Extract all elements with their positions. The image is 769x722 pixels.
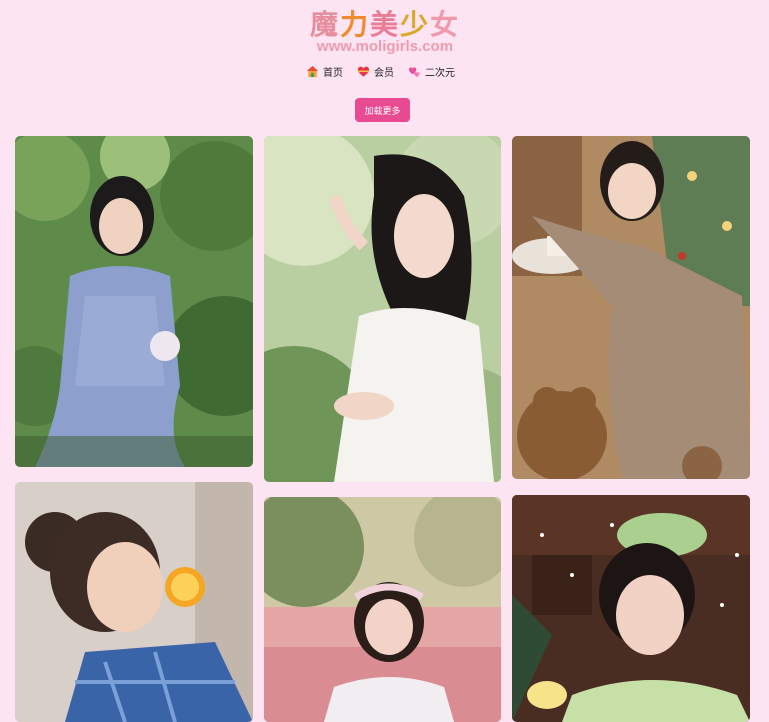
gallery-photo-card[interactable]: [264, 497, 501, 722]
photo-image: [512, 495, 750, 722]
gallery-photo-card[interactable]: [512, 136, 750, 479]
nav-item-label: 会员: [374, 67, 394, 79]
logo-char: 女: [430, 8, 461, 41]
logo-title: 魔力美少女: [300, 8, 470, 42]
photo-image: [15, 482, 253, 722]
nav-item-label: 二次元: [425, 67, 455, 79]
logo-char: 魔: [309, 8, 340, 41]
logo-char: 少: [400, 8, 431, 41]
logo-url: www.moligirls.com: [316, 38, 454, 55]
main-nav: 首页 会员 二次元: [306, 63, 455, 79]
photo-image: [512, 136, 750, 479]
nav-item-anime[interactable]: 二次元: [408, 64, 455, 79]
photo-image: [264, 497, 501, 722]
nav-item-label: 首页: [323, 67, 343, 79]
load-more-button[interactable]: 加载更多: [355, 98, 410, 122]
gallery-photo-card[interactable]: [512, 495, 750, 722]
logo-char: 美: [369, 8, 400, 41]
gallery-photo-card[interactable]: [264, 136, 501, 482]
site-header: 魔力美少女 www.moligirls.com 首页 会员 二次元 加载更多: [0, 0, 769, 130]
home-icon: [306, 65, 319, 77]
gallery-photo-card[interactable]: [15, 482, 253, 722]
logo-char: 力: [339, 8, 370, 41]
heart-icon: [357, 66, 370, 77]
two-hearts-icon: [408, 66, 420, 77]
photo-image: [15, 136, 253, 467]
nav-item-home[interactable]: 首页: [306, 64, 343, 79]
site-logo[interactable]: 魔力美少女 www.moligirls.com: [300, 8, 470, 54]
photo-image: [264, 136, 501, 482]
nav-item-member[interactable]: 会员: [357, 64, 394, 79]
gallery-photo-card[interactable]: [15, 136, 253, 467]
